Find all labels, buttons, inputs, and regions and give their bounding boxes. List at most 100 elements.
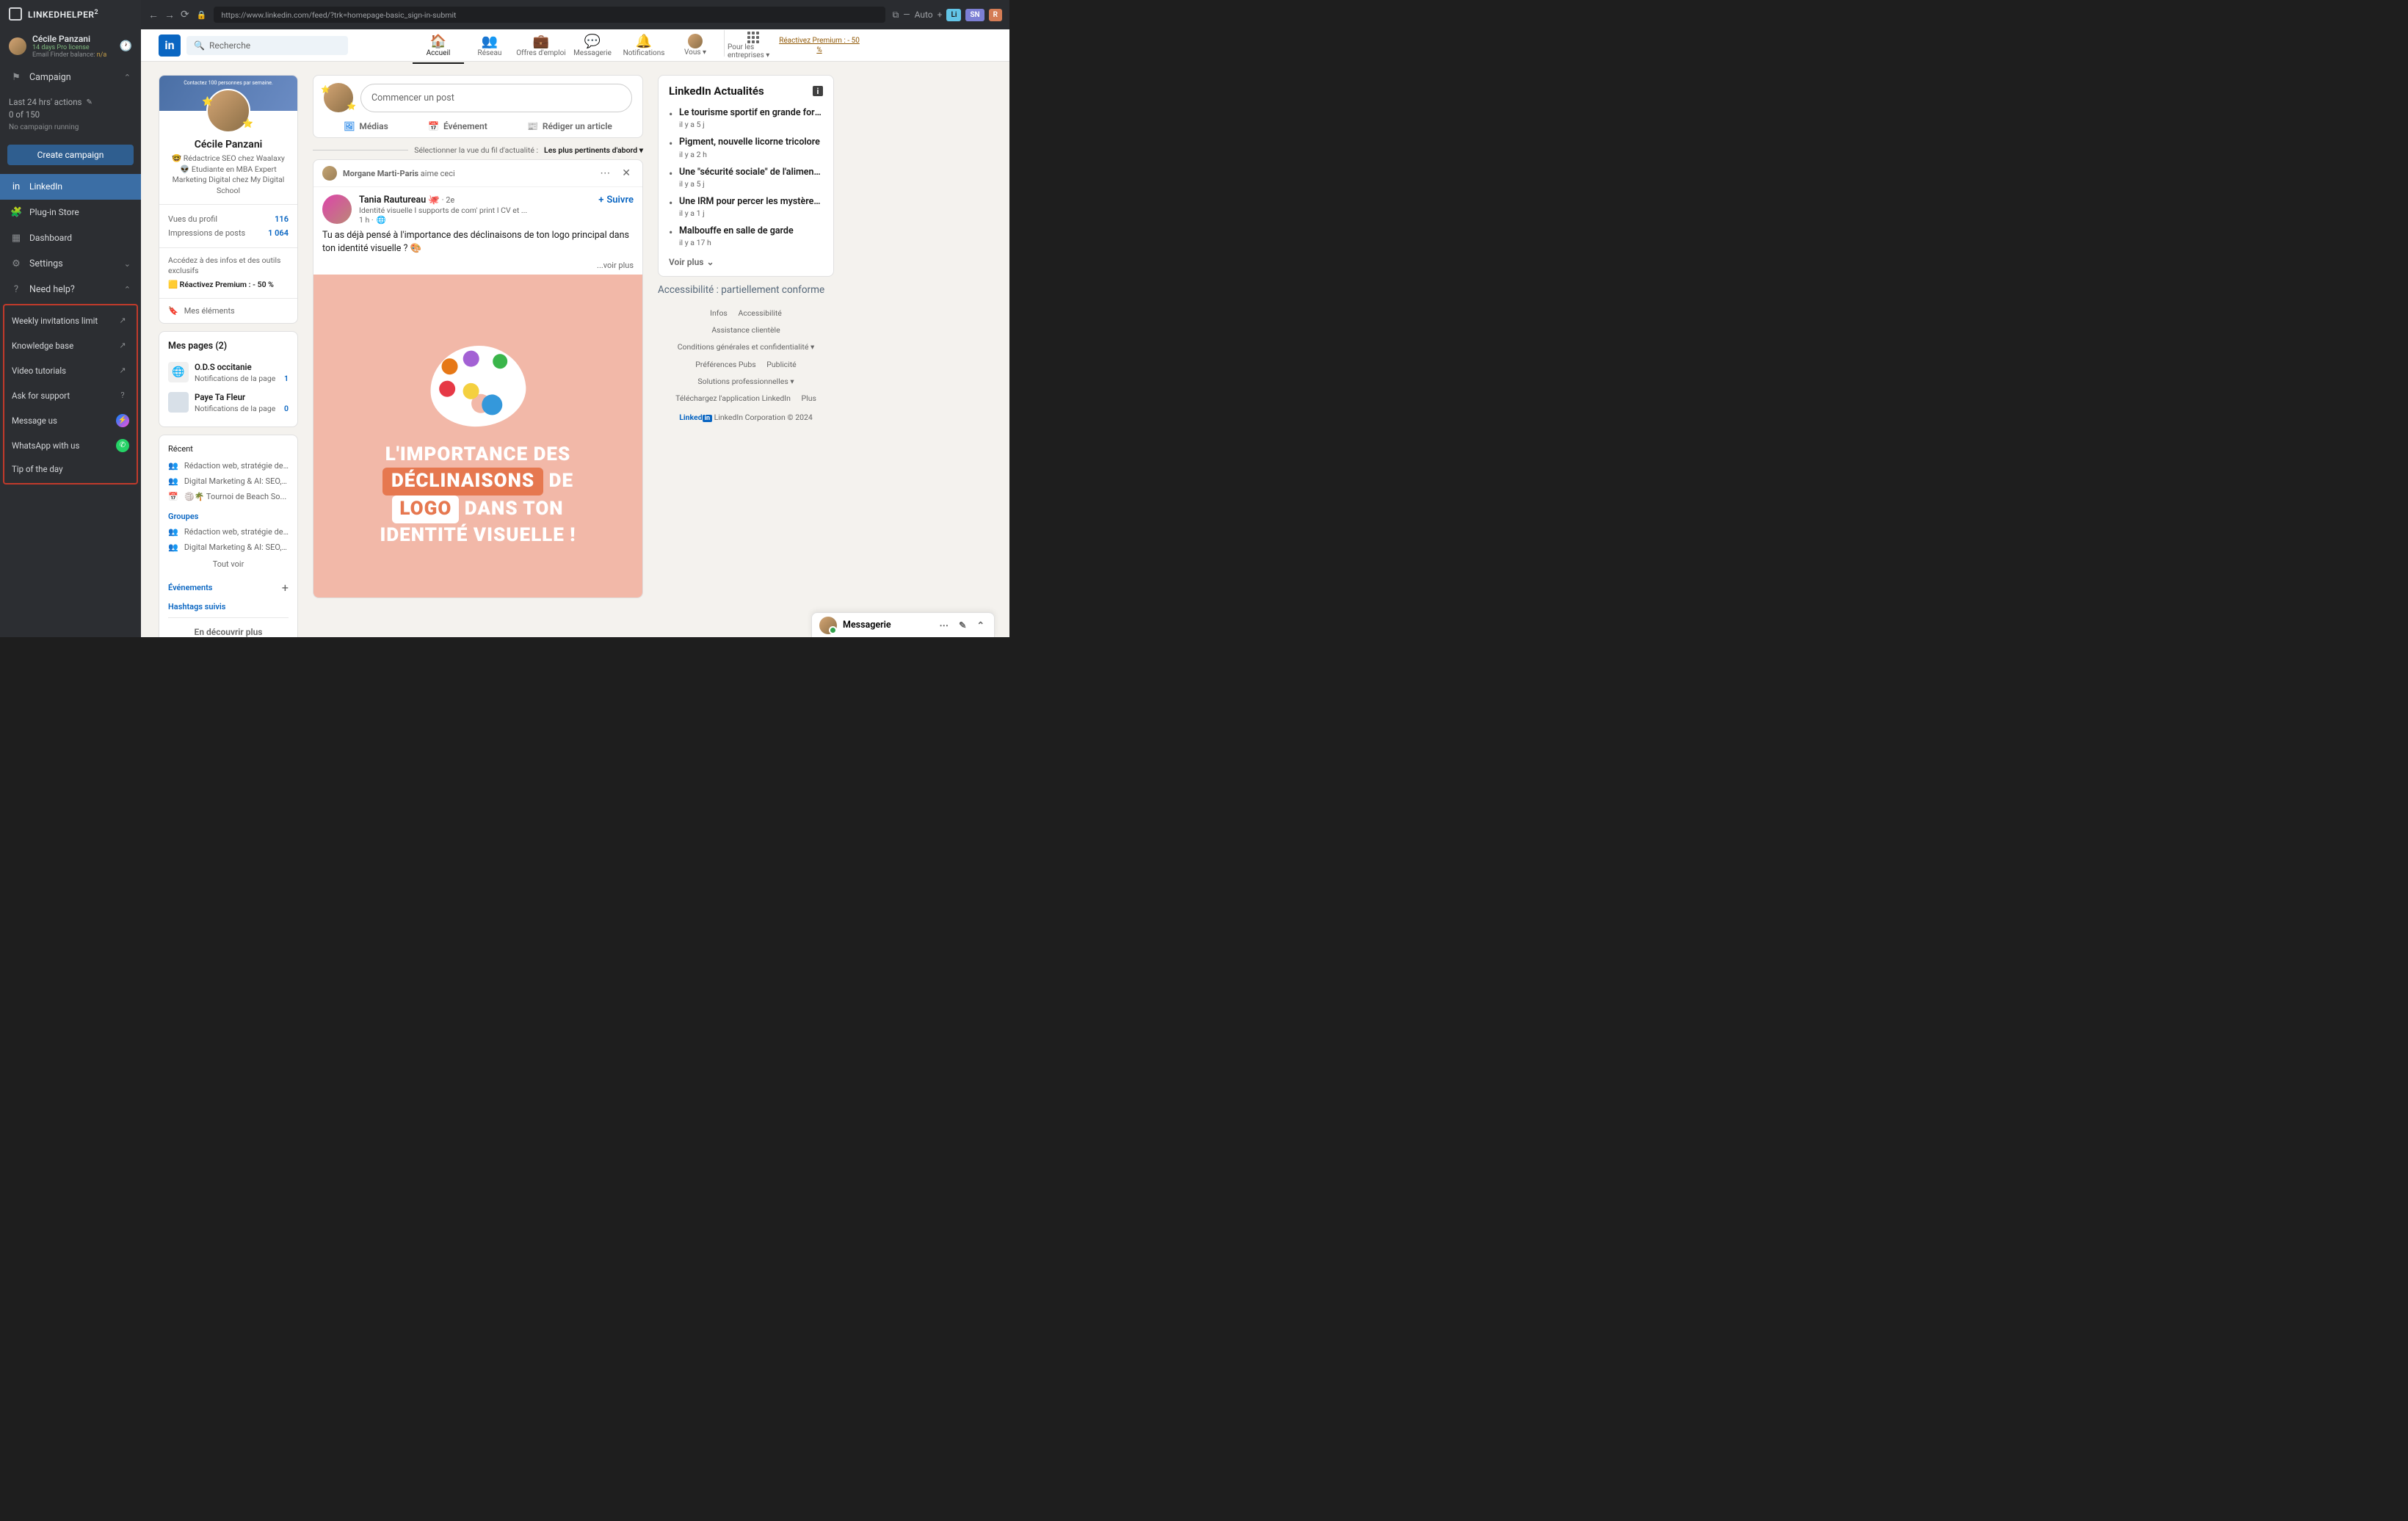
back-button[interactable]: ← bbox=[148, 9, 159, 21]
nav-jobs[interactable]: 💼Offres d'emploi bbox=[515, 30, 567, 61]
post-author[interactable]: Tania Rautureau 🐙 bbox=[359, 195, 440, 206]
apps-icon bbox=[747, 32, 759, 43]
profile-name[interactable]: Cécile Panzani bbox=[159, 133, 297, 153]
lh-logo[interactable]: LINKEDHELPER2 bbox=[0, 0, 141, 28]
post-body: Tu as déjà pensé à l'importance des décl… bbox=[313, 229, 642, 261]
nav-notifications[interactable]: 🔔Notifications bbox=[618, 30, 670, 61]
help-message-us[interactable]: Message us⚡ bbox=[4, 408, 137, 433]
news-see-more[interactable]: Voir plus ⌄ bbox=[669, 257, 823, 267]
compose-article[interactable]: 📰Rédiger un article bbox=[527, 121, 612, 131]
info-icon[interactable]: i bbox=[813, 86, 823, 96]
recent-item[interactable]: 📅🏐🌴 Tournoi de Beach So... bbox=[168, 489, 289, 504]
post-see-more[interactable]: ...voir plus bbox=[313, 261, 642, 275]
footer-infos[interactable]: Infos bbox=[710, 308, 728, 318]
profile-avatar[interactable]: ⭐⭐ bbox=[206, 89, 250, 133]
group-item[interactable]: 👥Rédaction web, stratégie de... bbox=[168, 524, 289, 540]
compose-input[interactable]: Commencer un post bbox=[360, 84, 632, 112]
recent-item[interactable]: 👥Digital Marketing & AI: SEO, ... bbox=[168, 473, 289, 489]
chip-sn[interactable]: SN bbox=[965, 9, 984, 21]
lh-profile[interactable]: Cécile Panzani 14 days Pro license Email… bbox=[0, 28, 141, 65]
linkedin-logo[interactable]: in bbox=[159, 35, 181, 57]
nav-dashboard[interactable]: ▦ Dashboard bbox=[0, 225, 141, 251]
news-item[interactable]: Pigment, nouvelle licorne tricoloreil y … bbox=[669, 133, 823, 162]
search-input[interactable]: 🔍 Recherche bbox=[186, 36, 348, 55]
news-item[interactable]: Une "sécurité sociale" de l'aliment...il… bbox=[669, 163, 823, 192]
nav-network[interactable]: 👥Réseau bbox=[464, 30, 515, 61]
messenger-icon: ⚡ bbox=[116, 414, 129, 427]
news-item[interactable]: Malbouffe en salle de gardeil y a 17 h bbox=[669, 222, 823, 251]
compose-avatar[interactable]: ⭐⭐ bbox=[324, 83, 353, 112]
nav-business[interactable]: Pour les entreprises ▾ bbox=[728, 30, 779, 61]
help-whatsapp[interactable]: WhatsApp with us✆ bbox=[4, 433, 137, 458]
create-campaign-button[interactable]: Create campaign bbox=[7, 145, 134, 165]
nav-home[interactable]: 🏠Accueil bbox=[413, 30, 464, 61]
messaging-compose[interactable]: ✎ bbox=[957, 620, 968, 631]
follow-button[interactable]: +Suivre bbox=[598, 195, 634, 206]
nav-plugin-store[interactable]: 🧩 Plug-in Store bbox=[0, 200, 141, 225]
footer-assist[interactable]: Assistance clientèle bbox=[711, 325, 780, 335]
auto-label[interactable]: Auto bbox=[915, 10, 933, 20]
compose-card: ⭐⭐ Commencer un post 🖼Médias 📅Événement … bbox=[313, 75, 643, 138]
nav-linkedin[interactable]: in LinkedIn bbox=[0, 174, 141, 200]
add-icon[interactable]: + bbox=[938, 10, 943, 20]
footer-access[interactable]: Accessibilité bbox=[738, 308, 781, 318]
page-row[interactable]: 🌐 O.D.S occitanieNotifications de la pag… bbox=[168, 357, 289, 388]
footer-plus[interactable]: Plus bbox=[802, 393, 816, 403]
see-all[interactable]: Tout voir bbox=[168, 555, 289, 573]
reload-button[interactable]: ⟳ bbox=[181, 9, 189, 21]
plus-icon[interactable]: + bbox=[282, 581, 289, 595]
nav-messaging[interactable]: 💬Messagerie bbox=[567, 30, 618, 61]
compose-event[interactable]: 📅Événement bbox=[428, 121, 487, 131]
post-author-title: Identité visuelle I supports de com' pri… bbox=[359, 206, 528, 215]
events-section[interactable]: Événements+ bbox=[168, 581, 289, 595]
chevron-down-icon: ⌄ bbox=[706, 257, 714, 267]
news-item[interactable]: Une IRM pour percer les mystères ...il y… bbox=[669, 192, 823, 222]
recent-item[interactable]: 👥Rédaction web, stratégie de... bbox=[168, 458, 289, 473]
campaign-section[interactable]: ⚑ Campaign ⌃ bbox=[0, 65, 141, 90]
nav-you[interactable]: Vous ▾ bbox=[670, 30, 721, 61]
post-menu-button[interactable]: ⋯ bbox=[597, 167, 613, 179]
post-image[interactable]: L'IMPORTANCE DES DÉCLINAISONS DE LOGO DA… bbox=[313, 275, 642, 598]
profile-my-items[interactable]: 🔖Mes éléments bbox=[159, 298, 297, 323]
news-item[interactable]: Le tourisme sportif en grande formeil y … bbox=[669, 104, 823, 133]
feed-filter[interactable]: Sélectionner la vue du fil d'actualité :… bbox=[313, 145, 643, 155]
messaging-bar[interactable]: Messagerie ⋯ ✎ ⌃ bbox=[811, 612, 995, 637]
forward-button[interactable]: → bbox=[164, 9, 175, 21]
url-bar[interactable]: https://www.linkedin.com/feed/?trk=homep… bbox=[214, 7, 885, 23]
help-ask-support[interactable]: Ask for support? bbox=[4, 383, 137, 408]
liker-avatar[interactable] bbox=[322, 166, 337, 181]
chip-r[interactable]: R bbox=[989, 9, 1002, 21]
compose-media[interactable]: 🖼Médias bbox=[344, 121, 388, 131]
post-close-button[interactable]: ✕ bbox=[619, 167, 634, 179]
external-link-icon: ↗ bbox=[116, 364, 129, 377]
minimize-icon[interactable]: — bbox=[903, 10, 910, 20]
pencil-icon[interactable]: ✎ bbox=[87, 97, 93, 108]
footer-download[interactable]: Téléchargez l'application LinkedIn bbox=[675, 393, 791, 403]
help-knowledge-base[interactable]: Knowledge base↗ bbox=[4, 333, 137, 358]
footer-prefs[interactable]: Préférences Pubs bbox=[695, 360, 755, 369]
footer-solutions[interactable]: Solutions professionnelles ▾ bbox=[697, 377, 794, 386]
nav-settings[interactable]: ⚙ Settings ⌄ bbox=[0, 251, 141, 277]
help-video-tutorials[interactable]: Video tutorials↗ bbox=[4, 358, 137, 383]
profile-premium[interactable]: Accédez à des infos et des outils exclus… bbox=[159, 247, 297, 298]
messaging-expand[interactable]: ⌃ bbox=[975, 620, 987, 631]
page-row[interactable]: Paye Ta FleurNotifications de la page0 bbox=[168, 388, 289, 418]
accessibility-notice[interactable]: Accessibilité : partiellement conforme bbox=[658, 284, 834, 296]
nav-need-help[interactable]: ? Need help? ⌃ bbox=[0, 277, 141, 302]
footer-cgu[interactable]: Conditions générales et confidentialité … bbox=[678, 342, 815, 352]
hashtags-section[interactable]: Hashtags suivis bbox=[168, 602, 289, 611]
right-column: LinkedIn Actualitési Le tourisme sportif… bbox=[658, 75, 834, 624]
calendar-icon: 📅 bbox=[428, 121, 439, 131]
groups-section[interactable]: Groupes bbox=[168, 512, 289, 521]
help-weekly-limit[interactable]: Weekly invitations limit↗ bbox=[4, 308, 137, 333]
post-author-avatar[interactable] bbox=[322, 195, 352, 224]
messaging-menu[interactable]: ⋯ bbox=[938, 620, 951, 631]
nav-premium[interactable]: Réactivez Premium : - 50 % bbox=[779, 30, 860, 61]
copy-icon[interactable]: ⧉ bbox=[893, 10, 899, 21]
footer-pub[interactable]: Publicité bbox=[766, 360, 796, 369]
chip-li[interactable]: Li bbox=[946, 9, 961, 21]
discover-more[interactable]: En découvrir plus bbox=[168, 617, 289, 637]
group-item[interactable]: 👥Digital Marketing & AI: SEO, ... bbox=[168, 540, 289, 555]
profile-stats[interactable]: Vues du profil116 Impressions de posts1 … bbox=[159, 204, 297, 247]
help-tip-of-day[interactable]: Tip of the day bbox=[4, 458, 137, 480]
